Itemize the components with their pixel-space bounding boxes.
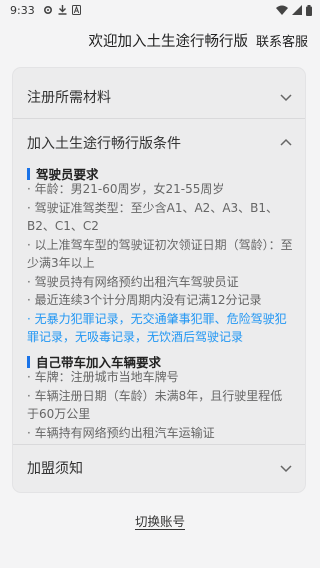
driver-req-item: · 年龄：男21-60周岁，女21-55周岁	[27, 182, 225, 196]
vehicle-req-item: · 车辆持有网络预约出租汽车运输证	[27, 425, 215, 440]
section-notice[interactable]: 加盟须知	[13, 444, 305, 492]
download-icon	[58, 5, 67, 15]
chevron-down-icon	[280, 465, 292, 473]
section-conditions-label: 加入土生途行畅行版条件	[27, 136, 181, 152]
section-materials[interactable]: 注册所需材料	[13, 72, 305, 122]
status-time: 9:33	[10, 3, 35, 17]
section-notice-label: 加盟须知	[27, 461, 83, 477]
chevron-up-icon	[280, 138, 292, 146]
chevron-down-icon	[280, 94, 292, 102]
app-a-icon	[71, 5, 81, 15]
info-card: 注册所需材料 加入土生途行畅行版条件 驾驶员要求 · 年龄：男21-60周岁，女…	[13, 68, 305, 492]
driver-req-item: · 最近连续3个计分周期内没有记满12分记录	[27, 293, 262, 307]
driver-req-item: · 以上准驾车型的驾驶证初次领证日期（驾龄）：至少满3年以上	[27, 237, 293, 271]
app-header: 欢迎加入土生途行畅行版 联系客服	[0, 20, 320, 60]
settings-gear-icon	[43, 5, 52, 15]
signal-icon	[292, 5, 302, 15]
driver-req-item: · 驾驶证准驾类型：至少含A1、A2、A3、B1、B2、C1、C2	[27, 200, 279, 234]
page-title: 欢迎加入土生途行畅行版	[88, 33, 248, 50]
status-bar: 9:33	[0, 0, 320, 20]
accent-bar	[27, 355, 30, 368]
wifi-icon	[276, 5, 288, 15]
vehicle-req-item: · 车牌：注册城市当地车牌号	[27, 370, 179, 384]
section-materials-label: 注册所需材料	[27, 90, 111, 106]
driver-req-item-highlight: · 无暴力犯罪记录，无交通肇事犯罪、危险驾驶犯罪记录，无吸毒记录，无饮酒后驾驶记…	[27, 311, 287, 345]
switch-account-container: 切换账号	[0, 511, 320, 530]
battery-icon	[306, 4, 312, 16]
vehicle-req-item: · 车辆注册日期（车龄）未满8年，且行驶里程低于60万公里	[27, 388, 283, 422]
driver-req-item: · 驾驶员持有网络预约出租汽车驾驶员证	[27, 274, 239, 289]
accent-bar	[27, 167, 30, 180]
section-conditions[interactable]: 加入土生途行畅行版条件	[13, 118, 305, 168]
contact-service-button[interactable]: 联系客服	[256, 31, 308, 50]
switch-account-link[interactable]: 切换账号	[135, 514, 185, 529]
